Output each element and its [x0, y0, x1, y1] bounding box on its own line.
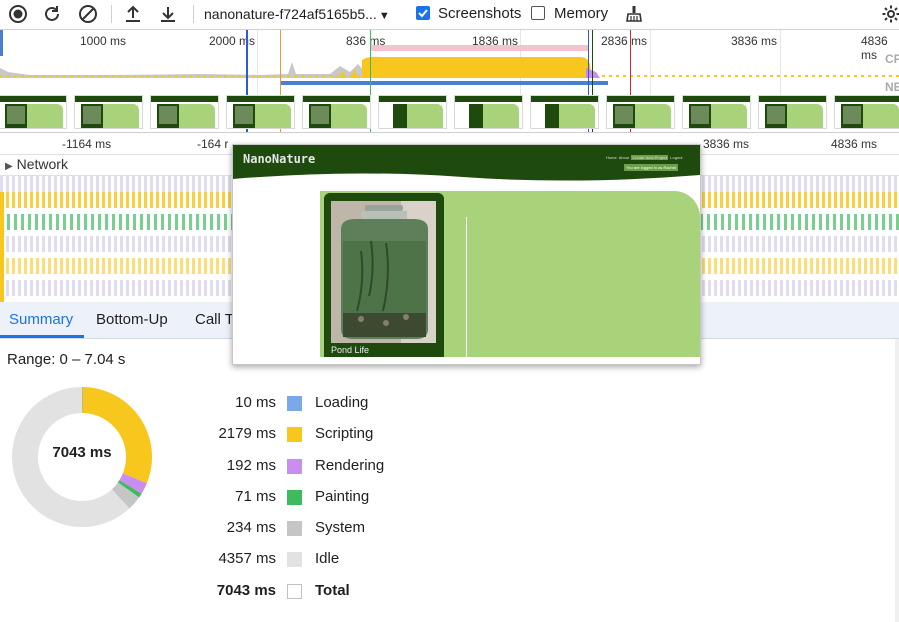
- total-swatch: [287, 584, 302, 599]
- reload-icon[interactable]: [40, 3, 64, 25]
- overview-tick: 3836 ms: [731, 34, 778, 48]
- timeline-tick: -164 r: [197, 137, 229, 151]
- scripting-swatch: [287, 427, 302, 442]
- pond-photo: [331, 201, 436, 343]
- site-nav-item: Logout: [670, 155, 683, 160]
- memory-label[interactable]: Memory: [554, 4, 608, 24]
- idle-ms: 4357 ms: [218, 550, 276, 567]
- upload-icon[interactable]: [121, 3, 145, 25]
- donut-slice-scripting: [82, 387, 152, 484]
- rendering-ms: 192 ms: [226, 457, 276, 474]
- total-label: Total: [315, 582, 350, 599]
- clear-icon[interactable]: [76, 3, 100, 25]
- tab-bottom-up[interactable]: Bottom-Up: [96, 311, 168, 328]
- download-icon[interactable]: [156, 3, 180, 25]
- screenshots-checkbox[interactable]: [416, 6, 430, 20]
- tab-active-indicator: [0, 335, 84, 338]
- cpu-activity-chart: [0, 56, 899, 78]
- cpu-track-label: CF: [885, 52, 899, 66]
- timeline-tick: 3836 ms: [703, 137, 750, 151]
- loading-swatch: [287, 396, 302, 411]
- profile-name: nanonature-f724af5165b5...: [204, 6, 377, 22]
- overview-tick: 2000 ms: [209, 34, 256, 48]
- long-task-marker: [370, 45, 588, 51]
- range-label: Range: 0 – 7.04 s: [7, 351, 126, 368]
- record-icon[interactable]: [6, 3, 30, 25]
- loading-ms: 10 ms: [235, 394, 276, 411]
- rendering-label: Rendering: [315, 457, 385, 474]
- timeline-tick: -1164 ms: [62, 137, 112, 151]
- site-nav-item: About: [618, 155, 630, 160]
- scripting-label: Scripting: [315, 425, 374, 442]
- system-swatch: [287, 521, 302, 536]
- gear-icon[interactable]: [879, 3, 899, 25]
- rendering-swatch: [287, 459, 302, 474]
- profile-select[interactable]: nanonature-f724af5165b5... ▼: [204, 4, 390, 24]
- net-track-label: NE: [885, 80, 899, 94]
- memory-checkbox[interactable]: [531, 6, 545, 20]
- dropdown-arrow-icon: ▼: [378, 10, 390, 22]
- performance-toolbar: nanonature-f724af5165b5... ▼ Screenshots …: [0, 0, 899, 30]
- total-ms: 7043 ms: [216, 582, 276, 599]
- idle-label: Idle: [315, 550, 340, 567]
- project-caption: Pond Life: [331, 345, 370, 355]
- loading-label: Loading: [315, 394, 369, 411]
- overview-tick: 2836 ms: [601, 34, 648, 48]
- tab-summary[interactable]: Summary: [9, 311, 73, 328]
- scripting-ms: 2179 ms: [218, 425, 276, 442]
- broom-icon[interactable]: [622, 3, 646, 25]
- network-track[interactable]: ▶ Network: [5, 156, 68, 172]
- system-label: System: [315, 519, 366, 536]
- system-ms: 234 ms: [226, 519, 276, 536]
- network-bar: [280, 81, 608, 85]
- site-nav-item: Home: [606, 155, 617, 160]
- site-logo: NanoNature: [243, 152, 316, 166]
- donut-total: 7043 ms: [52, 444, 112, 461]
- screenshot-popover: NanoNature Home About Create New Project…: [232, 144, 701, 365]
- painting-swatch: [287, 490, 302, 505]
- expand-triangle-icon: ▶: [5, 161, 13, 172]
- project-card: Pond Life: [324, 193, 444, 357]
- site-nav: Home About Create New Project Logout: [606, 155, 683, 160]
- timeline-tick: 4836 ms: [831, 137, 878, 151]
- site-header: NanoNature Home About Create New Project…: [233, 145, 700, 185]
- site-nav-item: Create New Project: [631, 155, 669, 160]
- painting-ms: 71 ms: [235, 488, 276, 505]
- painting-label: Painting: [315, 488, 370, 505]
- idle-swatch: [287, 552, 302, 567]
- overview-tick: 1000 ms: [80, 34, 127, 48]
- network-track-label: Network: [16, 156, 68, 172]
- logged-in-badge: You are logged in as Rachel: [624, 164, 678, 171]
- screenshots-label[interactable]: Screenshots: [438, 4, 521, 24]
- scrollbar[interactable]: [895, 339, 899, 622]
- summary-panel: Range: 0 – 7.04 s 7043 ms 10 ms Loading …: [0, 339, 899, 622]
